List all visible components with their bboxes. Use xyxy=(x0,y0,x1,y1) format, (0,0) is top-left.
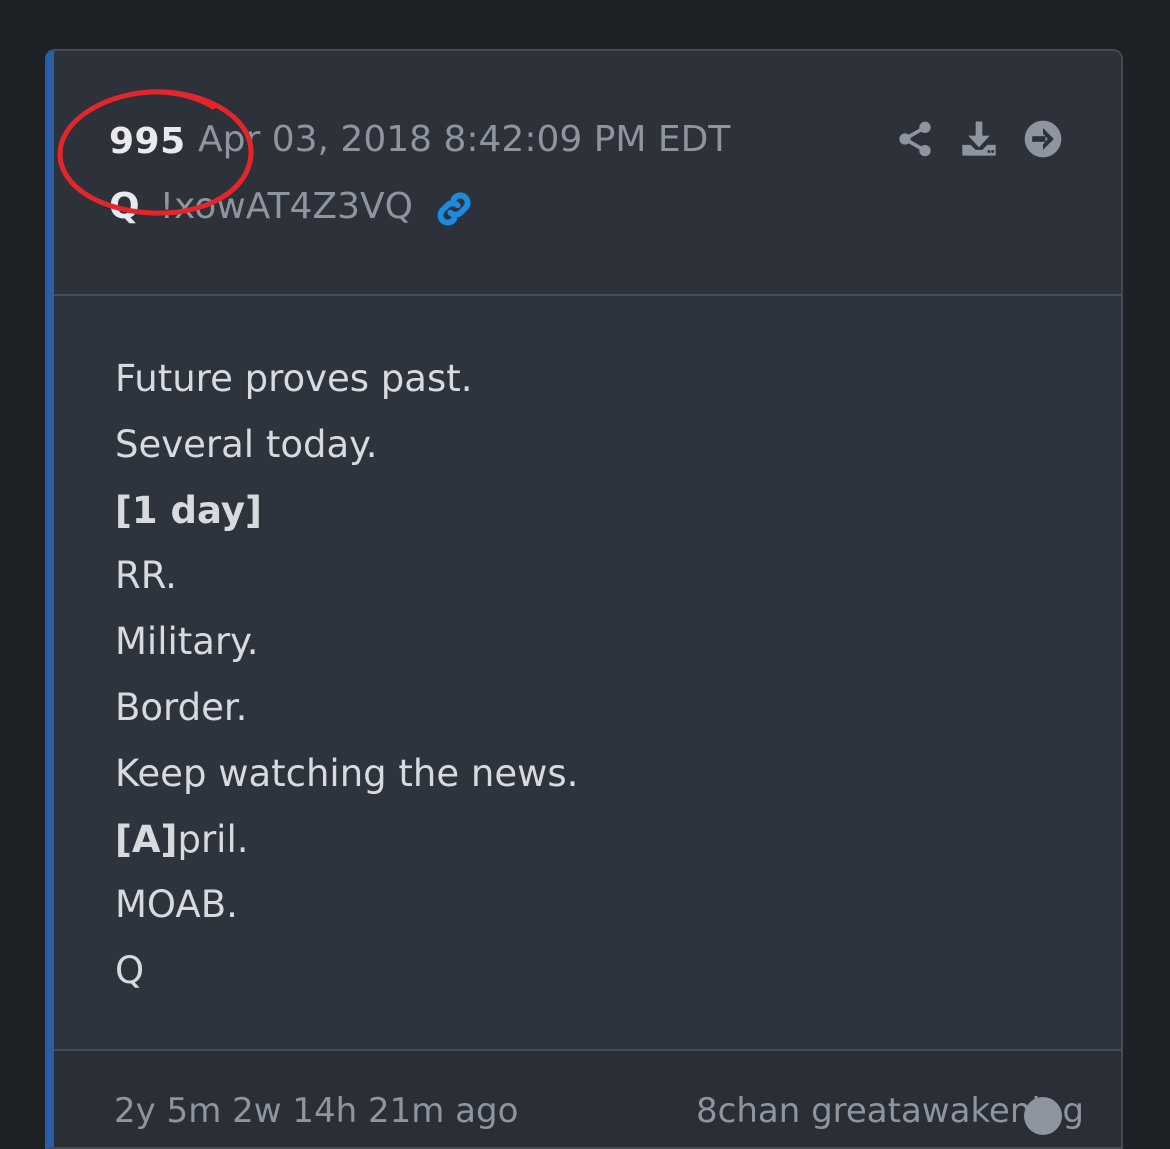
post-line: Military. xyxy=(115,620,259,664)
post-card: 995 Apr 03, 2018 8:42:09 PM EDT Q !xowAT4… xyxy=(45,49,1123,1149)
source-icon[interactable] xyxy=(1024,1097,1062,1135)
share-icon[interactable] xyxy=(895,119,935,159)
post-body: Future proves past. Several today. [1 da… xyxy=(54,296,1121,1051)
relative-time: 2y 5m 2w 14h 21m ago xyxy=(114,1091,519,1131)
post-line: Q xyxy=(115,949,145,993)
author-name: Q xyxy=(109,186,140,227)
post-text: Future proves past. Several today. [1 da… xyxy=(115,346,578,1004)
post-header: 995 Apr 03, 2018 8:42:09 PM EDT Q !xowAT4… xyxy=(54,51,1121,296)
post-actions xyxy=(895,119,1063,159)
post-line: Future proves past. xyxy=(115,357,473,400)
post-line: [A]pril. xyxy=(115,817,249,861)
post-line: Keep watching the news. xyxy=(115,751,579,795)
post-line: Border. xyxy=(115,685,248,729)
post-footer: 2y 5m 2w 14h 21m ago 8chan greatawakenin… xyxy=(54,1051,1121,1147)
tripcode: !xowAT4Z3VQ xyxy=(159,186,413,227)
post-line: MOAB. xyxy=(115,883,238,927)
post-line: RR. xyxy=(115,554,177,598)
download-icon[interactable] xyxy=(959,119,999,159)
post-line: [1 day] xyxy=(115,488,262,532)
post-date: Apr 03, 2018 8:42:09 PM EDT xyxy=(198,119,731,160)
post-author: Q !xowAT4Z3VQ xyxy=(109,186,413,227)
link-icon[interactable] xyxy=(432,187,476,231)
arrow-right-circle-icon[interactable] xyxy=(1023,119,1063,159)
post-number[interactable]: 995 xyxy=(109,121,186,162)
post-line: Several today. xyxy=(115,422,378,466)
